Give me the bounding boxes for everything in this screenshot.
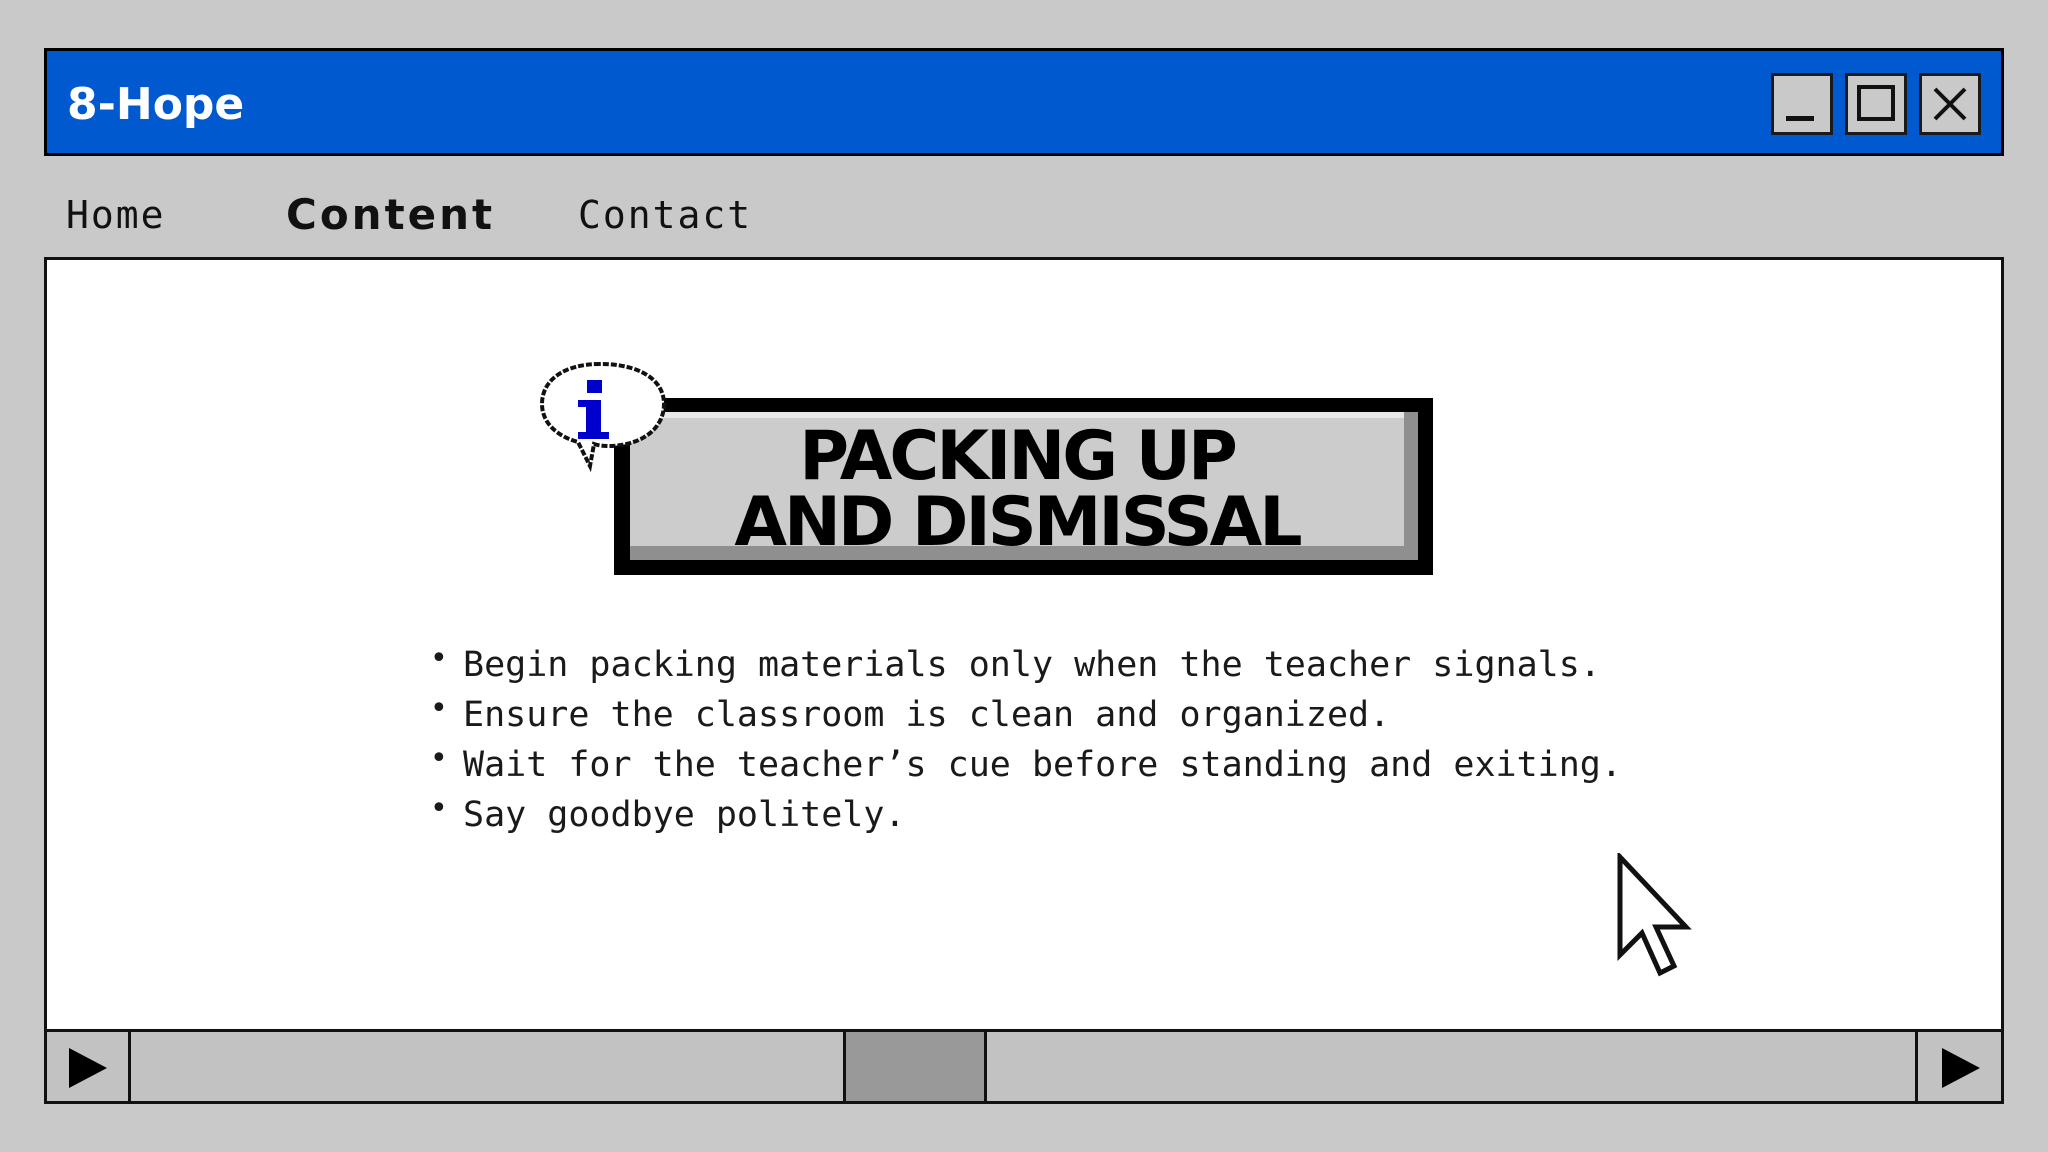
scroll-right-button[interactable] — [1915, 1032, 2001, 1101]
heading-panel: PACKING UP AND DISMISSAL — [630, 412, 1418, 560]
list-item: Wait for the teacher’s cue before standi… — [430, 734, 1740, 790]
menu-item-contact[interactable]: Contact — [578, 190, 752, 240]
scroll-left-button[interactable] — [47, 1032, 131, 1101]
info-icon — [539, 361, 667, 473]
close-button[interactable] — [1919, 73, 1981, 135]
scroll-thumb[interactable] — [843, 1032, 987, 1101]
play-right-icon — [1942, 1048, 1980, 1088]
list-item: Say goodbye politely. — [430, 784, 1740, 840]
page-heading: PACKING UP AND DISMISSAL — [630, 417, 1404, 562]
menu-item-home[interactable]: Home — [66, 190, 166, 240]
list-item: Ensure the classroom is clean and organi… — [430, 684, 1740, 740]
bullet-list: Begin packing materials only when the te… — [430, 634, 1740, 840]
menu-item-content[interactable]: Content — [286, 190, 495, 240]
heading-box: PACKING UP AND DISMISSAL — [614, 398, 1433, 575]
maximize-button[interactable] — [1845, 73, 1907, 135]
minimize-button[interactable] — [1771, 73, 1833, 135]
heading-line-1: PACKING UP — [799, 417, 1238, 496]
window-title: 8-Hope — [67, 79, 245, 130]
horizontal-scrollbar[interactable] — [44, 1029, 2004, 1104]
minimize-icon — [1786, 116, 1814, 121]
window-titlebar: 8-Hope — [44, 48, 2004, 156]
mouse-pointer-icon — [1617, 853, 1692, 977]
play-right-icon — [69, 1048, 107, 1088]
heading-line-2: AND DISMISSAL — [734, 483, 1302, 562]
close-icon — [1933, 87, 1967, 121]
list-item: Begin packing materials only when the te… — [430, 634, 1740, 690]
maximize-icon — [1857, 85, 1895, 121]
